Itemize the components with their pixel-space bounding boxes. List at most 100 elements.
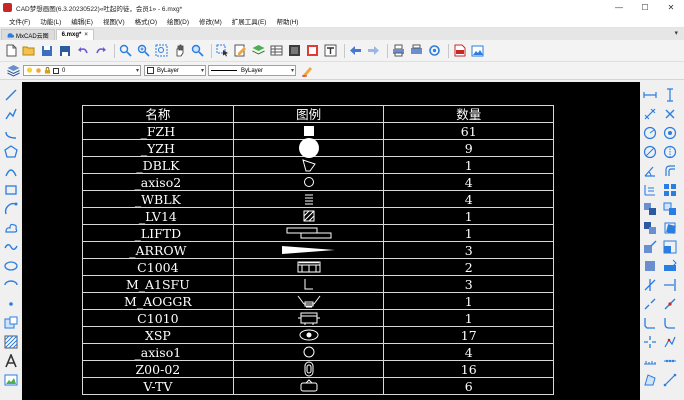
edit-polyline-icon[interactable] xyxy=(662,334,678,350)
line-tool-icon[interactable] xyxy=(3,87,19,103)
ellipse-arc-tool-icon[interactable] xyxy=(3,277,19,293)
menu-function[interactable]: 功能(L) xyxy=(35,16,66,26)
menu-help[interactable]: 帮助(H) xyxy=(271,16,303,26)
polyline-tool-icon[interactable] xyxy=(3,106,19,122)
block-name: _WBLK xyxy=(82,190,234,208)
block-symbol xyxy=(232,241,385,259)
pan-hand-icon[interactable] xyxy=(172,43,187,58)
zoom-window-icon[interactable] xyxy=(118,43,133,58)
tab-list-chevron-icon[interactable]: ▾ xyxy=(674,29,678,37)
block-icon[interactable] xyxy=(287,43,302,58)
layers-stack-icon[interactable] xyxy=(6,63,21,78)
redo-icon[interactable] xyxy=(93,43,108,58)
open-folder-icon[interactable] xyxy=(21,43,36,58)
menu-edit[interactable]: 编辑(E) xyxy=(66,16,98,26)
zoom-previous-icon[interactable] xyxy=(190,43,205,58)
point-tool-icon[interactable] xyxy=(3,296,19,312)
menu-extensions[interactable]: 扩展工具(E) xyxy=(227,16,272,26)
erase-tool-icon[interactable] xyxy=(662,106,678,122)
join-tool-icon[interactable] xyxy=(662,296,678,312)
image-icon[interactable] xyxy=(305,43,320,58)
tab-mxcad-cloud[interactable]: MxCAD云图 xyxy=(1,29,55,40)
menu-format[interactable]: 格式(O) xyxy=(130,16,162,26)
scale-tool-icon[interactable] xyxy=(662,239,678,255)
diameter-dimension-icon[interactable] xyxy=(642,144,658,160)
zoom-realtime-icon[interactable] xyxy=(136,43,151,58)
baseline-dimension-icon[interactable] xyxy=(642,201,658,217)
color-select[interactable]: ByLayer ▾ xyxy=(144,65,206,76)
minimize-button[interactable]: — xyxy=(606,0,632,15)
rectangle-tool-icon[interactable] xyxy=(3,182,19,198)
chamfer-tool-icon[interactable] xyxy=(642,315,658,331)
copy-tool-icon[interactable] xyxy=(662,125,678,141)
dimension-tool-icon[interactable] xyxy=(642,87,658,103)
menu-view[interactable]: 视图(V) xyxy=(98,16,130,26)
zoom-extents-icon[interactable] xyxy=(154,43,169,58)
distance-tool-icon[interactable] xyxy=(662,372,678,388)
layer-select[interactable]: 0 ▾ xyxy=(23,65,141,76)
new-file-icon[interactable] xyxy=(3,43,18,58)
ordinate-dimension-icon[interactable] xyxy=(642,182,658,198)
angular-dimension-icon[interactable] xyxy=(642,163,658,179)
rotate-tool-icon[interactable] xyxy=(662,220,678,236)
radius-dimension-icon[interactable] xyxy=(642,125,658,141)
save-as-icon[interactable] xyxy=(57,43,72,58)
pdf-icon[interactable] xyxy=(452,43,467,58)
spline-tool-icon[interactable] xyxy=(3,239,19,255)
device-symbol xyxy=(297,312,320,325)
text-icon[interactable] xyxy=(323,43,338,58)
match-properties-icon[interactable] xyxy=(299,63,314,78)
measure-tool-icon[interactable] xyxy=(642,353,658,369)
picture-icon[interactable] xyxy=(470,43,485,58)
quick-leader-icon[interactable] xyxy=(642,239,658,255)
save-icon[interactable] xyxy=(39,43,54,58)
layer-icon[interactable] xyxy=(251,43,266,58)
close-button[interactable]: ✕ xyxy=(658,0,684,15)
image-tool-icon[interactable] xyxy=(3,372,19,388)
arc-3point-tool-icon[interactable] xyxy=(3,163,19,179)
menu-draw[interactable]: 绘图(D) xyxy=(162,16,194,26)
back-arrow-icon[interactable] xyxy=(348,43,363,58)
revision-cloud-tool-icon[interactable] xyxy=(3,220,19,236)
insert-block-tool-icon[interactable] xyxy=(3,315,19,331)
move-tool-icon[interactable] xyxy=(662,201,678,217)
text-tool-icon[interactable] xyxy=(3,353,19,369)
linetype-select[interactable]: ByLayer ▾ xyxy=(208,65,296,76)
properties-icon[interactable] xyxy=(233,43,248,58)
undo-icon[interactable] xyxy=(75,43,90,58)
select-icon[interactable] xyxy=(215,43,230,58)
bracket-symbol xyxy=(304,279,313,290)
circle-arc-tool-icon[interactable] xyxy=(3,201,19,217)
arc-tool-icon[interactable] xyxy=(3,125,19,141)
continue-dimension-icon[interactable] xyxy=(642,220,658,236)
divide-tool-icon[interactable] xyxy=(662,353,678,369)
forward-arrow-icon[interactable] xyxy=(366,43,381,58)
table-icon[interactable] xyxy=(269,43,284,58)
aligned-dimension-icon[interactable] xyxy=(642,106,658,122)
maximize-button[interactable]: ☐ xyxy=(632,0,658,15)
hatch-tool-icon[interactable] xyxy=(3,334,19,350)
trim-tool-icon[interactable] xyxy=(642,277,658,293)
drawing-canvas[interactable]: 名称 图例 数量 _FZH 61 _YZH 9 _DBLK 1 _axiso2 xyxy=(22,82,640,400)
settings-icon[interactable] xyxy=(427,43,442,58)
array-tool-icon[interactable] xyxy=(662,182,678,198)
plot-icon[interactable] xyxy=(409,43,424,58)
explode-tool-icon[interactable] xyxy=(642,334,658,350)
extend-tool-icon[interactable] xyxy=(662,277,678,293)
stretch-tool-icon[interactable] xyxy=(662,258,678,274)
block-symbol xyxy=(232,309,385,327)
menu-file[interactable]: 文件(F) xyxy=(4,16,35,26)
menu-modify[interactable]: 修改(M) xyxy=(194,16,227,26)
area-tool-icon[interactable] xyxy=(642,372,658,388)
polygon-tool-icon[interactable] xyxy=(3,144,19,160)
ellipse-tool-icon[interactable] xyxy=(3,258,19,274)
mirror-tool-icon[interactable] xyxy=(662,144,678,160)
break-tool-icon[interactable] xyxy=(642,296,658,312)
dimension-vertical-icon[interactable] xyxy=(662,87,678,103)
print-icon[interactable] xyxy=(391,43,406,58)
tab-drawing[interactable]: 6.mxg* × xyxy=(55,29,94,40)
offset-tool-icon[interactable] xyxy=(662,163,678,179)
tolerance-icon[interactable] xyxy=(642,258,658,274)
tab-close-icon[interactable]: × xyxy=(84,32,88,38)
fillet-tool-icon[interactable] xyxy=(662,315,678,331)
